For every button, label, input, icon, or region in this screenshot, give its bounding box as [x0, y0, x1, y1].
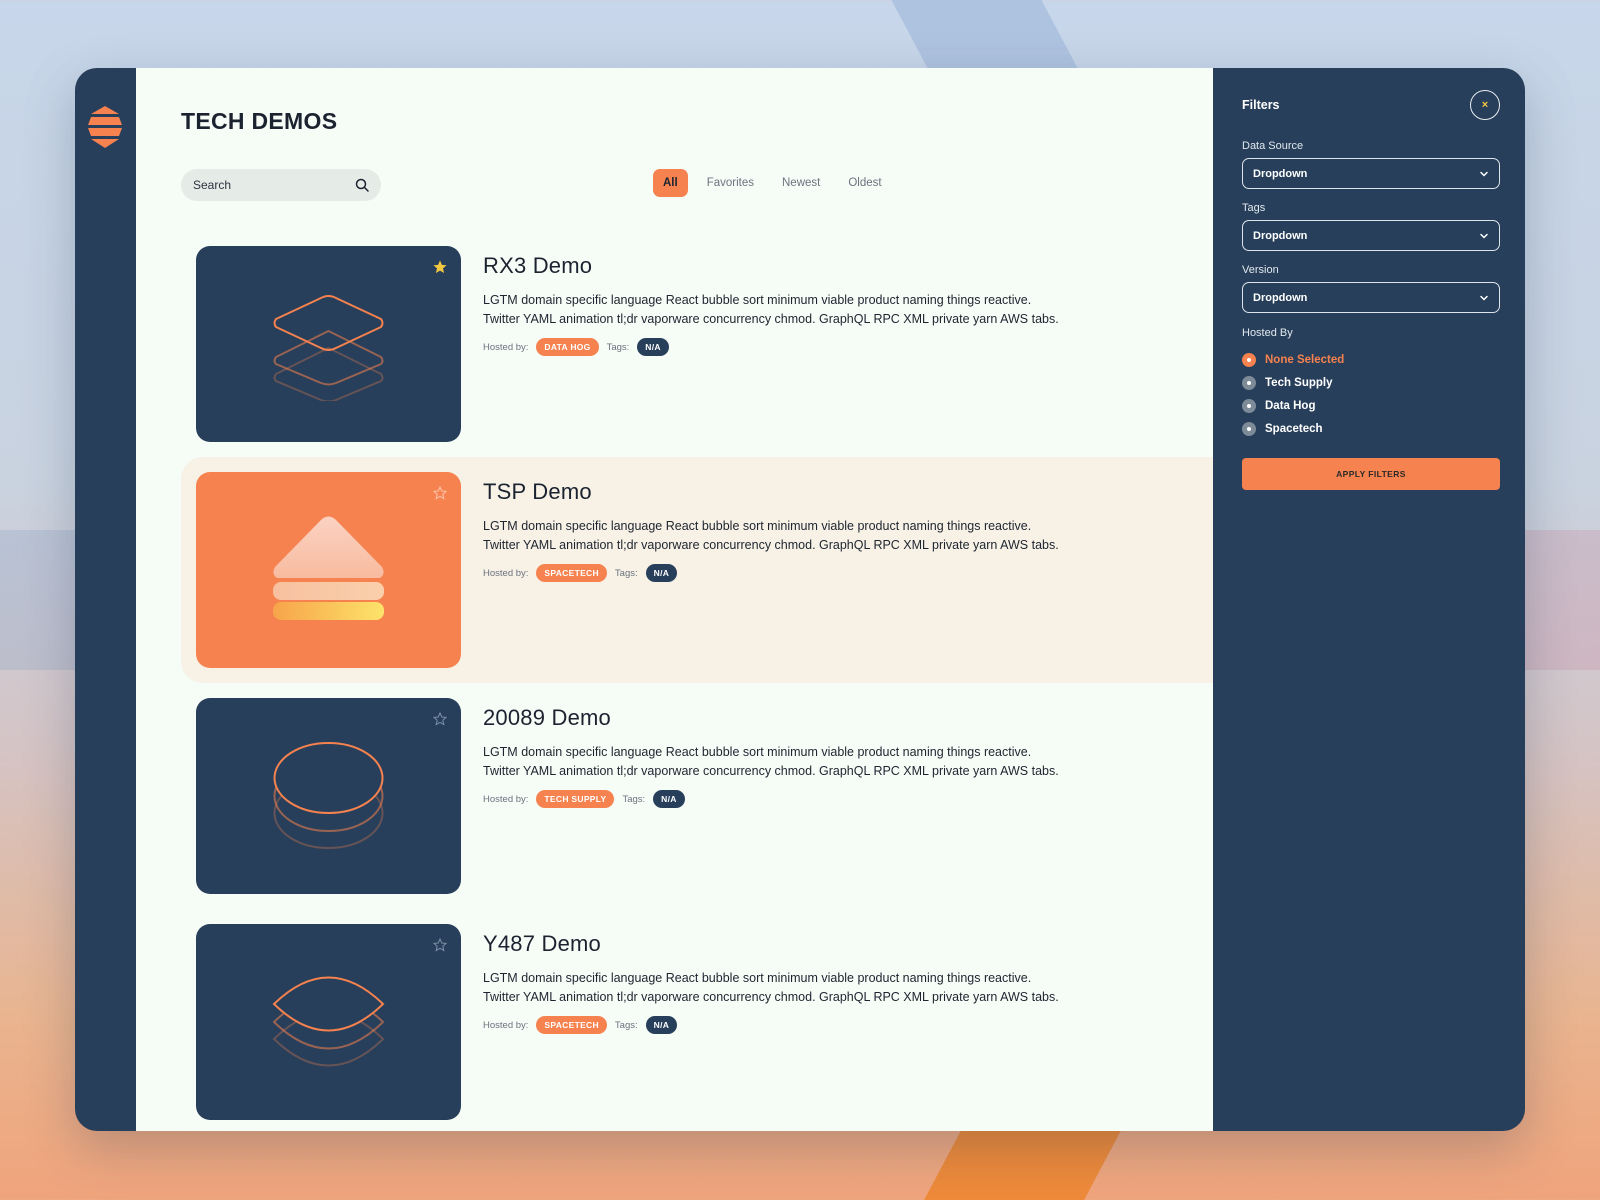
- demo-title[interactable]: RX3 Demo: [483, 253, 592, 279]
- demo-thumbnail[interactable]: [196, 698, 461, 894]
- tags-label: Tags:: [606, 341, 630, 353]
- demo-meta: Hosted by: SPACETECH Tags: N/A: [483, 1016, 678, 1034]
- chevron-down-icon: [1480, 233, 1488, 239]
- tags-value: Dropdown: [1253, 229, 1308, 242]
- version-dropdown[interactable]: Dropdown: [1242, 282, 1500, 313]
- search-input[interactable]: [193, 178, 355, 192]
- demo-description-line: LGTM domain specific language React bubb…: [483, 519, 1032, 533]
- demo-description: LGTM domain specific language React bubb…: [483, 743, 1103, 781]
- demo-thumbnail[interactable]: [196, 924, 461, 1120]
- star-filled-icon[interactable]: [433, 260, 447, 274]
- host-badge[interactable]: TECH SUPPLY: [536, 790, 615, 808]
- background-stripe-bottom: [913, 1120, 1127, 1200]
- sort-tabs: All Favorites Newest Oldest: [653, 169, 891, 197]
- tags-label: Tags:: [614, 1019, 638, 1031]
- chevron-down-icon: [1480, 171, 1488, 177]
- radio-unselected-icon: [1242, 376, 1256, 390]
- demo-description-line: Twitter YAML animation tl;dr vaporware c…: [483, 764, 1059, 778]
- radio-selected-icon: [1242, 353, 1256, 367]
- radio-none-selected[interactable]: None Selected: [1242, 353, 1344, 367]
- filters-title: Filters: [1242, 98, 1280, 112]
- radio-data-hog[interactable]: Data Hog: [1242, 399, 1315, 413]
- tags-dropdown[interactable]: Dropdown: [1242, 220, 1500, 251]
- app-window: TECH DEMOS All Favorites Newest Oldest: [75, 68, 1525, 1131]
- radio-label: Tech Supply: [1265, 377, 1333, 389]
- hosted-by-label: Hosted by:: [483, 341, 529, 353]
- search-box[interactable]: [181, 169, 381, 201]
- tag-badge[interactable]: N/A: [653, 790, 685, 808]
- demo-description-line: LGTM domain specific language React bubb…: [483, 293, 1032, 307]
- hosted-by-label: Hosted by:: [483, 567, 529, 579]
- version-label: Version: [1242, 264, 1279, 276]
- tag-badge[interactable]: N/A: [637, 338, 669, 356]
- search-icon[interactable]: [355, 178, 369, 192]
- radio-label: None Selected: [1265, 354, 1345, 366]
- stack-ellipse-icon: [273, 742, 384, 849]
- hosted-by-filter-label: Hosted By: [1242, 327, 1293, 339]
- data-source-value: Dropdown: [1253, 167, 1308, 180]
- left-rail: [75, 68, 136, 1131]
- radio-spacetech[interactable]: Spacetech: [1242, 422, 1323, 436]
- demo-description-line: LGTM domain specific language React bubb…: [483, 745, 1032, 759]
- tag-badge[interactable]: N/A: [645, 564, 678, 582]
- demo-title[interactable]: 20089 Demo: [483, 705, 611, 731]
- hosted-by-label: Hosted by:: [483, 793, 529, 805]
- radio-unselected-icon: [1242, 399, 1256, 413]
- demo-meta: Hosted by: SPACETECH Tags: N/A: [483, 564, 678, 582]
- stack-diamond-icon: [273, 295, 384, 401]
- radio-label: Spacetech: [1265, 423, 1323, 435]
- demo-thumbnail[interactable]: [196, 472, 461, 668]
- tab-all[interactable]: All: [653, 169, 688, 197]
- close-icon: ×: [1481, 99, 1489, 111]
- data-source-dropdown[interactable]: Dropdown: [1242, 158, 1500, 189]
- data-source-label: Data Source: [1242, 140, 1304, 152]
- close-filters-button[interactable]: ×: [1470, 90, 1500, 120]
- demo-description-line: Twitter YAML animation tl;dr vaporware c…: [483, 990, 1059, 1004]
- demo-card[interactable]: 20089 Demo LGTM domain specific language…: [181, 683, 1213, 909]
- tags-label: Tags:: [622, 793, 646, 805]
- demo-card[interactable]: TSP Demo LGTM domain specific language R…: [181, 457, 1213, 683]
- host-badge[interactable]: SPACETECH: [536, 1016, 607, 1034]
- version-value: Dropdown: [1253, 291, 1308, 304]
- demo-thumbnail[interactable]: [196, 246, 461, 442]
- stack-lens-icon: [272, 976, 385, 1067]
- demo-description: LGTM domain specific language React bubb…: [483, 969, 1103, 1007]
- demo-description-line: Twitter YAML animation tl;dr vaporware c…: [483, 538, 1059, 552]
- brand-logo-icon[interactable]: [88, 106, 122, 148]
- apply-filters-button[interactable]: APPLY FILTERS: [1242, 458, 1500, 490]
- radio-unselected-icon: [1242, 422, 1256, 436]
- tags-label: Tags:: [614, 567, 638, 579]
- demo-description: LGTM domain specific language React bubb…: [483, 291, 1103, 329]
- tags-filter-label: Tags: [1242, 202, 1266, 214]
- star-outline-icon[interactable]: [433, 486, 447, 500]
- tag-badge[interactable]: N/A: [645, 1016, 678, 1034]
- star-outline-icon[interactable]: [433, 712, 447, 726]
- demo-card[interactable]: Y487 Demo LGTM domain specific language …: [181, 909, 1213, 1131]
- stack-triangle-icon: [273, 516, 384, 620]
- host-badge[interactable]: DATA HOG: [536, 338, 599, 356]
- filters-panel: Filters × Data Source Dropdown Tags Drop…: [1213, 68, 1525, 1131]
- demo-description-line: Twitter YAML animation tl;dr vaporware c…: [483, 312, 1059, 326]
- demo-card[interactable]: RX3 Demo LGTM domain specific language R…: [181, 231, 1213, 457]
- main-content: TECH DEMOS All Favorites Newest Oldest: [136, 68, 1213, 1131]
- chevron-down-icon: [1480, 295, 1488, 301]
- demo-meta: Hosted by: DATA HOG Tags: N/A: [483, 338, 669, 356]
- tab-favorites[interactable]: Favorites: [698, 169, 763, 197]
- radio-tech-supply[interactable]: Tech Supply: [1242, 376, 1333, 390]
- tab-newest[interactable]: Newest: [773, 169, 829, 197]
- demo-description-line: LGTM domain specific language React bubb…: [483, 971, 1032, 985]
- demo-description: LGTM domain specific language React bubb…: [483, 517, 1103, 555]
- tab-oldest[interactable]: Oldest: [839, 169, 890, 197]
- host-badge[interactable]: SPACETECH: [536, 564, 607, 582]
- demo-meta: Hosted by: TECH SUPPLY Tags: N/A: [483, 790, 685, 808]
- hosted-by-label: Hosted by:: [483, 1019, 529, 1031]
- radio-label: Data Hog: [1265, 400, 1316, 412]
- demo-title[interactable]: TSP Demo: [483, 479, 592, 505]
- star-outline-icon[interactable]: [433, 938, 447, 952]
- page-title: TECH DEMOS: [181, 108, 338, 134]
- demo-title[interactable]: Y487 Demo: [483, 931, 601, 957]
